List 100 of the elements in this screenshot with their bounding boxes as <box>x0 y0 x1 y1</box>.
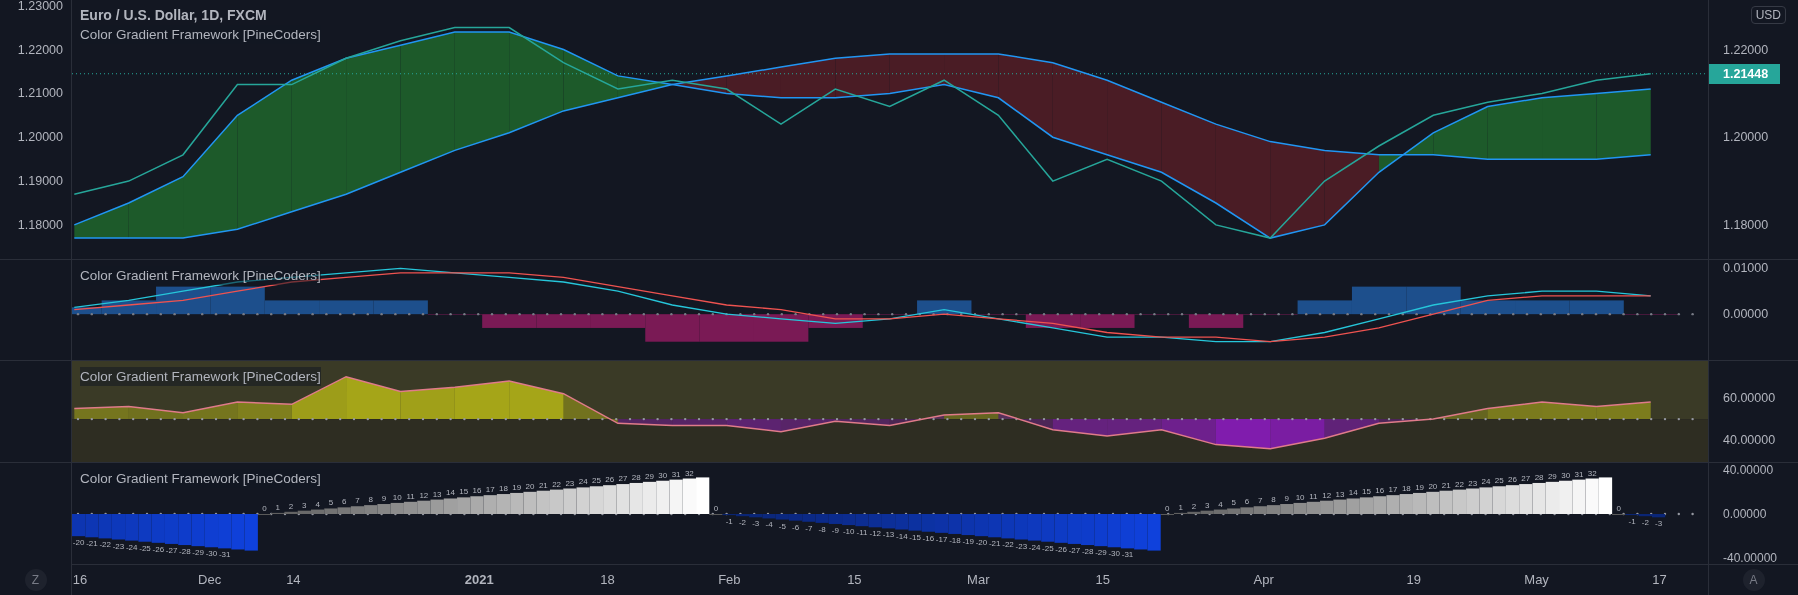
time-axis-label: Apr <box>1252 572 1275 587</box>
bar-value-label: 7 <box>1258 496 1263 506</box>
bar-value-label: -26 <box>1055 544 1067 554</box>
bar-value-label: -12 <box>869 529 882 539</box>
bar-value-label: 2 <box>288 501 294 511</box>
price-axis-label: 1.22000 <box>17 41 63 58</box>
price-axis-label: 0.01000 <box>1723 260 1769 277</box>
bar-value-label: -22 <box>1002 540 1014 550</box>
bar-value-label: 16 <box>1375 486 1385 496</box>
bar-value-label: 20 <box>525 481 535 491</box>
price-axis-label: 1.20000 <box>17 129 63 146</box>
bar-value-label: -7 <box>805 523 813 533</box>
bar-value-label: 22 <box>552 479 562 489</box>
bar-value-label: 30 <box>658 470 668 480</box>
bar-value-label: -25 <box>1042 543 1054 553</box>
bar-value-label: -20 <box>72 538 85 548</box>
bar-value-label: 0 <box>1616 504 1621 513</box>
bar-value-label: -27 <box>1068 545 1081 555</box>
bar-value-label: 27 <box>618 474 628 484</box>
time-axis-label: 18 <box>599 572 616 587</box>
bar-value-label: 31 <box>1574 469 1584 479</box>
bar-value-label: 27 <box>1521 474 1531 484</box>
price-axis-label: 1.23000 <box>17 0 63 14</box>
bar-value-label: -5 <box>778 521 786 531</box>
bar-value-label: 5 <box>1231 498 1236 508</box>
bar-value-label: -8 <box>818 524 826 534</box>
bar-value-label: 0 <box>713 504 719 513</box>
bar-value-label: 13 <box>1335 489 1345 499</box>
bar-value-label: -30 <box>205 549 218 559</box>
bar-value-label: 0 <box>262 504 267 513</box>
bar-value-label: 5 <box>328 498 334 508</box>
bar-value-label: -29 <box>192 548 204 558</box>
bar-value-label: -28 <box>179 547 191 557</box>
bar-value-label: -29 <box>1095 548 1107 558</box>
timezone-button[interactable]: Z <box>24 569 47 591</box>
bar-value-label: -27 <box>165 545 178 555</box>
bar-value-label: -23 <box>112 541 125 551</box>
bar-value-label: -28 <box>1081 547 1094 557</box>
bar-value-label: -2 <box>1641 518 1649 528</box>
bar-value-label: 30 <box>1561 470 1571 480</box>
bar-value-label: 8 <box>368 495 373 505</box>
bar-value-label: 21 <box>538 480 548 490</box>
bar-value-label: 10 <box>1295 492 1305 502</box>
bar-value-label: 4 <box>1218 499 1223 509</box>
bar-value-label: -20 <box>975 538 988 548</box>
time-axis-label: 2021 <box>463 572 495 587</box>
time-axis-label: 14 <box>285 572 302 587</box>
time-axis-label: 15 <box>846 572 863 587</box>
bar-value-label: -1 <box>1628 517 1636 527</box>
bar-value-label: 24 <box>1481 477 1491 487</box>
currency-button[interactable]: USD <box>1750 6 1786 24</box>
bar-value-label: 18 <box>1401 484 1411 494</box>
price-axis-label: 60.00000 <box>1723 389 1776 406</box>
time-axis-label: 15 <box>1094 572 1111 587</box>
symbol-title: Euro / U.S. Dollar, 1D, FXCM <box>80 6 268 25</box>
bar-value-label: 25 <box>592 476 601 486</box>
bar-value-label: 6 <box>341 497 347 507</box>
bar-value-label: 20 <box>1428 481 1438 491</box>
bar-value-label: 8 <box>1271 495 1276 505</box>
bar-value-label: 17 <box>1388 485 1398 495</box>
bar-value-label: 9 <box>1284 494 1290 503</box>
bar-value-label: -25 <box>139 543 151 553</box>
bar-value-label: 29 <box>645 471 654 481</box>
bar-value-label: 12 <box>1322 490 1332 500</box>
time-axis-label: Feb <box>717 572 742 587</box>
bar-value-label: -11 <box>856 528 868 538</box>
bar-value-label: 14 <box>445 488 455 498</box>
bar-value-label: 26 <box>1508 475 1517 485</box>
auto-scale-button[interactable]: A <box>1742 569 1765 591</box>
bar-value-label: -6 <box>792 522 800 532</box>
price-axis-label: 0.00000 <box>1723 507 1767 521</box>
bar-value-label: 1 <box>1178 502 1183 512</box>
bar-value-label: -24 <box>125 542 138 552</box>
bar-value-label: 23 <box>1468 478 1478 488</box>
price-axis-label: 40.00000 <box>1723 432 1776 449</box>
bar-value-label: 32 <box>684 468 694 478</box>
price-axis-label: 40.00000 <box>1723 462 1774 477</box>
bar-value-label: 26 <box>605 475 615 485</box>
bar-value-label: -31 <box>1121 550 1134 560</box>
bar-value-label: -1 <box>725 517 733 527</box>
bar-value-label: -21 <box>988 539 1001 549</box>
time-axis-label: 19 <box>1405 572 1422 587</box>
price-axis-label: 1.22000 <box>1723 41 1769 58</box>
time-axis-label: 17 <box>1651 572 1668 587</box>
bar-value-label: -10 <box>842 527 855 537</box>
bar-value-label: -2 <box>738 518 747 528</box>
bar-value-label: 31 <box>671 469 681 479</box>
bar-value-label: 19 <box>1415 482 1425 492</box>
price-axis-label: 1.19000 <box>17 173 63 190</box>
last-price-badge: 1.21448 <box>1709 63 1781 84</box>
bar-value-label: 1 <box>275 502 280 512</box>
bar-value-label: 12 <box>419 490 429 500</box>
bar-value-label: 7 <box>355 496 360 506</box>
bar-value-label: 23 <box>565 478 575 488</box>
bar-value-label: -26 <box>152 544 165 554</box>
bar-value-label: -30 <box>1108 549 1120 559</box>
bar-value-label: 19 <box>512 482 522 492</box>
time-axis-label: Mar <box>966 572 991 587</box>
bar-value-label: 24 <box>578 477 588 487</box>
bar-value-label: -18 <box>949 535 961 545</box>
